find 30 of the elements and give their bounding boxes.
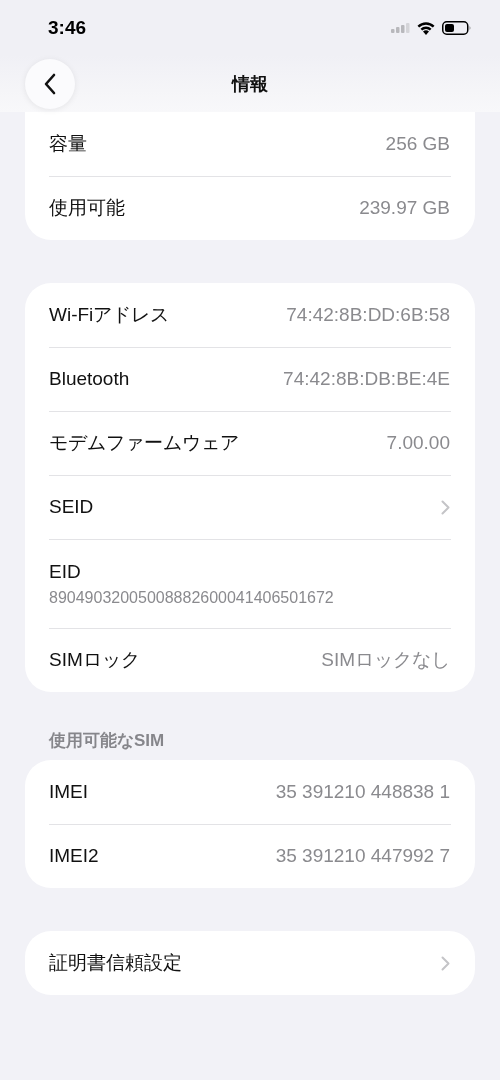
section-header: 使用可能なSIM	[48, 730, 166, 752]
row-value: 256 GB	[385, 133, 450, 155]
battery-icon	[442, 20, 472, 35]
row-label: Bluetooth	[49, 368, 131, 390]
row-value: 239.97 GB	[359, 197, 450, 219]
back-icon	[43, 72, 57, 95]
row-value: SIMロックなし	[321, 648, 450, 672]
back-button[interactable]	[25, 58, 75, 109]
row-label: 使用可能	[49, 196, 126, 220]
row-label: IMEI	[49, 781, 90, 803]
settings-row[interactable]: SEID	[25, 475, 475, 539]
row-value: 35 391210 447992 7	[275, 845, 450, 867]
row-label: IMEI2	[49, 845, 100, 867]
row-label: 容量	[49, 132, 88, 156]
signal-icon	[391, 22, 410, 33]
settings-row[interactable]: 証明書信頼設定	[25, 931, 475, 995]
row-value: 74:42:8B:DB:BE:4E	[283, 368, 450, 390]
row-label: Wi-Fiアドレス	[49, 303, 171, 327]
row-label: EID	[49, 560, 81, 583]
row-value: 89049032005008882600041406501672	[49, 588, 334, 607]
page-title: 情報	[230, 72, 269, 96]
row-label: SIMロック	[49, 648, 141, 672]
wifi-icon	[417, 20, 435, 35]
chevron-icon	[441, 955, 450, 971]
chevron-icon	[441, 499, 450, 515]
row-label: モデムファームウェア	[49, 431, 240, 455]
row-value: 74:42:8B:DD:6B:58	[286, 304, 450, 326]
row-value: 7.00.00	[386, 432, 450, 454]
row-value: 35 391210 448838 1	[275, 781, 450, 803]
status-time: 3:46	[48, 16, 88, 39]
